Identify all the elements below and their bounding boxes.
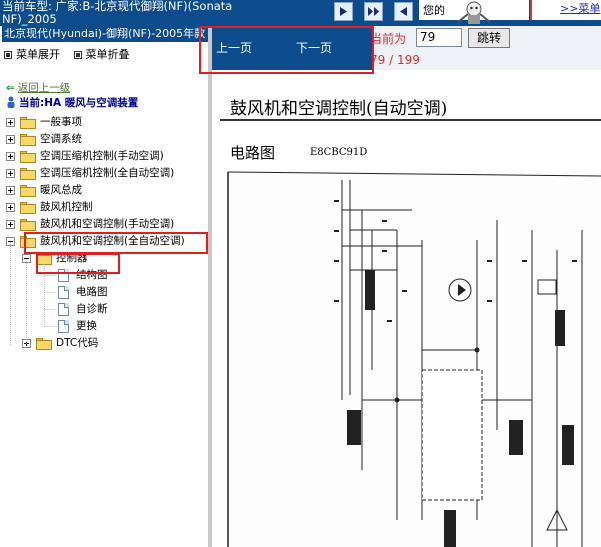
back-arrow-icon: ⇐: [6, 82, 15, 94]
mascot-logo-icon: [457, 1, 491, 24]
top-menu-link-box[interactable]: >>菜单: [530, 0, 601, 20]
title-divider: [220, 119, 601, 121]
car-model-line2: NF)_2005: [2, 12, 57, 26]
highlight-box-blower-ac-auto: [24, 232, 208, 254]
back-link[interactable]: ⇐ 返回上一级: [6, 80, 70, 95]
circuit-diagram-image: [226, 170, 601, 547]
menu-collapse-button[interactable]: 菜单折叠: [73, 46, 130, 62]
page-number-input[interactable]: 79: [416, 28, 462, 47]
top-menu-link[interactable]: >>菜单: [560, 0, 600, 16]
step-back-icon: [400, 7, 407, 16]
greeting-text: 您的: [423, 4, 445, 17]
expand-icon: [4, 51, 12, 59]
highlight-box-pager: [199, 26, 374, 74]
back-link-label: 返回上一级: [17, 82, 71, 94]
jump-button[interactable]: 跳转: [468, 28, 510, 48]
current-page-label: 当前为: [370, 32, 407, 46]
nav-fast-forward-button[interactable]: [364, 2, 383, 21]
collapse-icon: [73, 51, 82, 59]
menu-expand-label: 菜单展开: [16, 48, 60, 61]
fast-forward-icon: [368, 7, 379, 16]
app-window: 当前车型: 广家:B-北京现代御翔(NF)(Sonata NF)_2005 您的…: [0, 0, 601, 547]
vehicle-bar: 北京现代(Hyundai)-御翔(NF)-2005年款: [2, 26, 210, 42]
menu-toggle-row: 菜单展开 菜单折叠: [4, 46, 140, 62]
highlight-box-controller: [36, 253, 120, 274]
top-header-bar: 当前车型: 广家:B-北京现代御翔(NF)(Sonata NF)_2005 您的…: [0, 0, 601, 26]
nav-first-button[interactable]: [334, 2, 353, 21]
content-pane: 上一页 下一页 当前为 79 跳转 79 / 199 鼓风机和空调控制(自动空调…: [199, 26, 601, 547]
step-forward-icon: [340, 7, 347, 16]
current-location: 当前:HA 暖风与空调装置: [6, 95, 138, 110]
sidebar: 北京现代(Hyundai)-御翔(NF)-2005年款 菜单展开 菜单折叠 ⇐ 返…: [0, 26, 210, 547]
nav-step-back-button[interactable]: [394, 2, 413, 21]
page-count: 79 / 199: [370, 53, 420, 67]
current-car-model: 当前车型: 广家:B-北京现代御翔(NF)(Sonata NF)_2005: [2, 0, 292, 26]
section-title: 电路图: [230, 144, 276, 162]
person-icon: [7, 96, 15, 108]
page-info-panel: 当前为 79 跳转 79 / 199: [370, 26, 601, 70]
menu-expand-button[interactable]: 菜单展开: [4, 46, 60, 62]
section-code: E8CBC91D: [310, 147, 368, 158]
current-location-label: 当前:HA 暖风与空调装置: [19, 97, 139, 109]
document-title: 鼓风机和空调控制(自动空调): [230, 99, 448, 119]
menu-collapse-label: 菜单折叠: [85, 48, 130, 61]
